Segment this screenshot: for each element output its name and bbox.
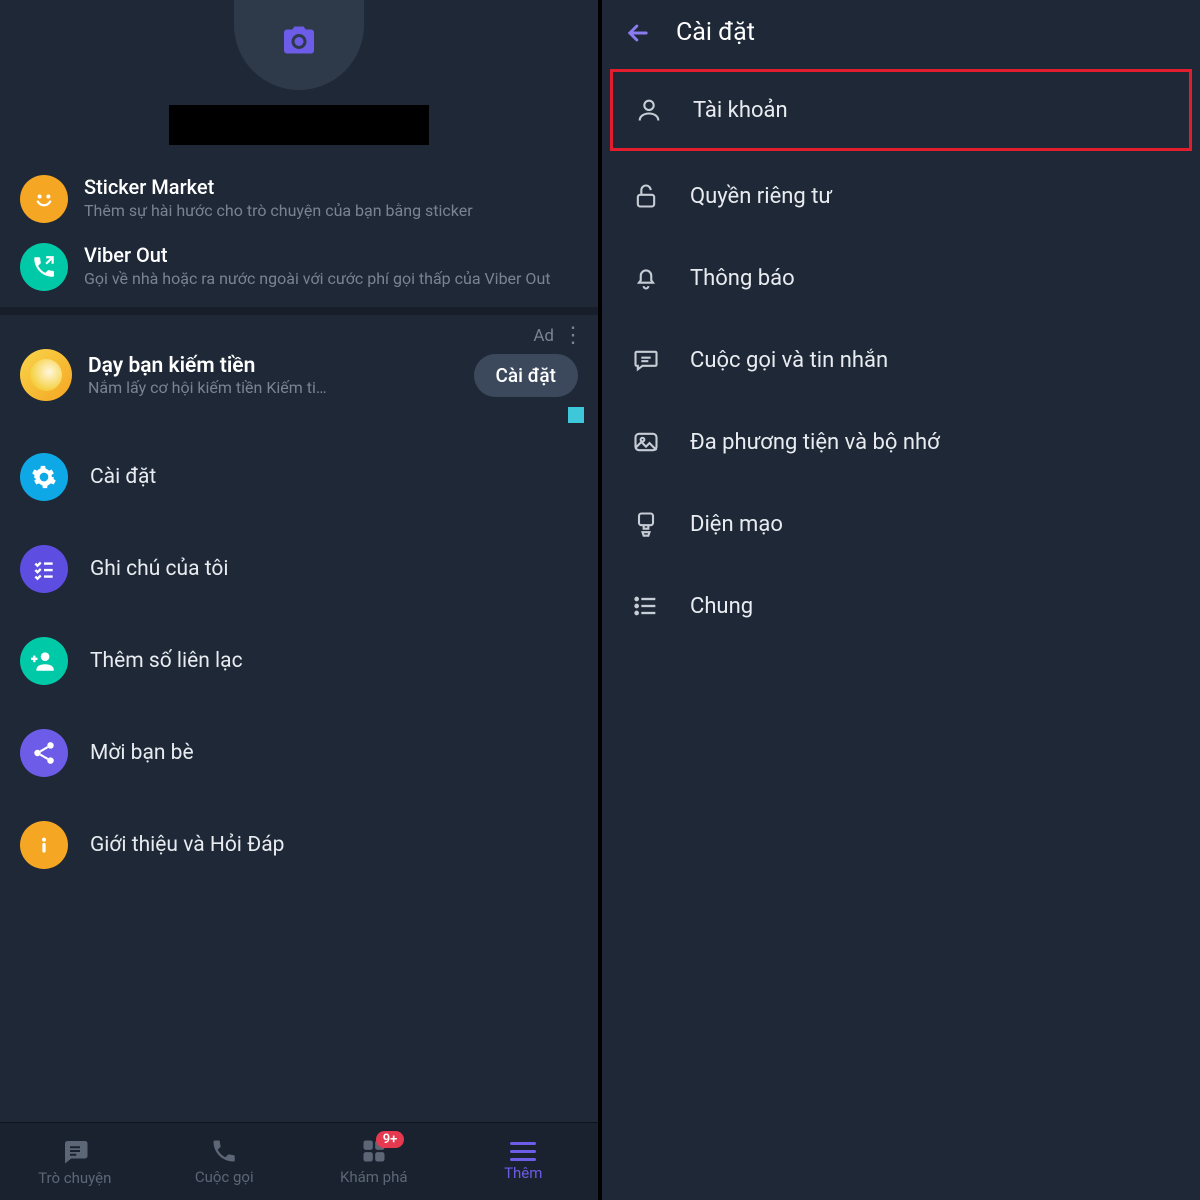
ad-label: Ad <box>533 326 554 346</box>
nav-explore[interactable]: 9+ Khám phá <box>299 1123 449 1200</box>
ad-close-marker[interactable] <box>568 407 584 423</box>
settings-list: Tài khoản Quyền riêng tư Thông báo Cuộc … <box>602 65 1200 647</box>
person-icon <box>633 96 665 124</box>
menu-label: Thêm số liên lạc <box>90 649 243 673</box>
profile-section <box>0 0 598 165</box>
settings-label: Tài khoản <box>693 98 788 123</box>
menu-about[interactable]: Giới thiệu và Hỏi Đáp <box>0 799 598 891</box>
chat-bubble-icon <box>630 346 662 374</box>
ad-subtitle: Nắm lấy cơ hội kiếm tiền Kiếm ti… <box>88 378 458 397</box>
chat-icon <box>60 1136 90 1166</box>
phone-out-icon <box>20 243 68 291</box>
viber-out-item[interactable]: Viber Out Gọi về nhà hoặc ra nước ngoài … <box>0 233 598 301</box>
info-icon <box>20 821 68 869</box>
feature-text: Sticker Market Thêm sự hài hước cho trò … <box>84 175 578 221</box>
lock-open-icon <box>630 182 662 210</box>
settings-notifications[interactable]: Thông báo <box>602 237 1200 319</box>
phone-icon <box>210 1137 238 1165</box>
feature-list: Sticker Market Thêm sự hài hước cho trò … <box>0 165 598 301</box>
menu-mynotes[interactable]: Ghi chú của tôi <box>0 523 598 615</box>
ad-item[interactable]: Dạy bạn kiếm tiền Nắm lấy cơ hội kiếm ti… <box>0 347 598 411</box>
sticker-market-item[interactable]: Sticker Market Thêm sự hài hước cho trò … <box>0 165 598 233</box>
sticker-smiley-icon <box>20 175 68 223</box>
menu-label: Mời bạn bè <box>90 741 194 765</box>
ad-install-button[interactable]: Cài đặt <box>474 354 578 397</box>
menu-settings[interactable]: Cài đặt <box>0 431 598 523</box>
settings-title: Cài đặt <box>676 18 755 47</box>
image-icon <box>630 428 662 456</box>
settings-label: Thông báo <box>690 266 795 291</box>
ad-title: Dạy bạn kiếm tiền <box>88 354 458 378</box>
menu-add-contact[interactable]: Thêm số liên lạc <box>0 615 598 707</box>
section-divider <box>0 307 598 315</box>
ad-options-icon[interactable]: ⋮ <box>562 325 584 347</box>
nav-chat[interactable]: Trò chuyện <box>0 1123 150 1200</box>
gear-icon <box>20 453 68 501</box>
ad-marker-row: Ad ⋮ <box>0 321 598 347</box>
settings-label: Quyền riêng tư <box>690 184 832 209</box>
nav-label: Thêm <box>504 1164 542 1182</box>
profile-avatar-button[interactable] <box>234 0 364 90</box>
settings-label: Chung <box>690 594 753 619</box>
settings-account[interactable]: Tài khoản <box>610 69 1192 151</box>
hamburger-icon <box>510 1142 536 1161</box>
more-screen: Sticker Market Thêm sự hài hước cho trò … <box>0 0 600 1200</box>
bottom-nav: Trò chuyện Cuộc gọi 9+ Khám phá Thêm <box>0 1122 598 1200</box>
settings-media-storage[interactable]: Đa phương tiện và bộ nhớ <box>602 401 1200 483</box>
list-icon <box>630 592 662 620</box>
settings-label: Cuộc gọi và tin nhắn <box>690 348 888 373</box>
nav-label: Cuộc gọi <box>195 1168 254 1186</box>
feature-subtitle: Gọi về nhà hoặc ra nước ngoài với cước p… <box>84 269 578 289</box>
share-icon <box>20 729 68 777</box>
nav-label: Trò chuyện <box>38 1169 111 1187</box>
nav-more[interactable]: Thêm <box>449 1123 599 1200</box>
settings-privacy[interactable]: Quyền riêng tư <box>602 155 1200 237</box>
person-add-icon <box>20 637 68 685</box>
ad-coin-icon <box>20 349 72 401</box>
settings-appearance[interactable]: Diện mạo <box>602 483 1200 565</box>
ad-text: Dạy bạn kiếm tiền Nắm lấy cơ hội kiếm ti… <box>88 354 458 397</box>
feature-subtitle: Thêm sự hài hước cho trò chuyện của bạn … <box>84 201 578 221</box>
menu-list: Cài đặt Ghi chú của tôi Thêm số liên lạc… <box>0 431 598 891</box>
settings-label: Đa phương tiện và bộ nhớ <box>690 430 940 455</box>
menu-label: Ghi chú của tôi <box>90 557 228 581</box>
menu-label: Cài đặt <box>90 465 156 489</box>
settings-label: Diện mạo <box>690 512 783 537</box>
camera-icon <box>279 22 319 58</box>
paint-brush-icon <box>630 510 662 538</box>
profile-name-redacted <box>169 105 429 145</box>
feature-title: Viber Out <box>84 243 578 267</box>
feature-title: Sticker Market <box>84 175 578 199</box>
settings-screen: Cài đặt Tài khoản Quyền riêng tư Thông b… <box>600 0 1200 1200</box>
settings-general[interactable]: Chung <box>602 565 1200 647</box>
settings-calls-messages[interactable]: Cuộc gọi và tin nhắn <box>602 319 1200 401</box>
checklist-icon <box>20 545 68 593</box>
menu-label: Giới thiệu và Hỏi Đáp <box>90 833 284 857</box>
nav-badge: 9+ <box>376 1131 405 1148</box>
bell-icon <box>630 264 662 292</box>
nav-label: Khám phá <box>340 1168 408 1186</box>
feature-text: Viber Out Gọi về nhà hoặc ra nước ngoài … <box>84 243 578 289</box>
back-arrow-icon[interactable] <box>624 19 652 47</box>
menu-invite[interactable]: Mời bạn bè <box>0 707 598 799</box>
nav-calls[interactable]: Cuộc gọi <box>150 1123 300 1200</box>
settings-header: Cài đặt <box>602 0 1200 65</box>
